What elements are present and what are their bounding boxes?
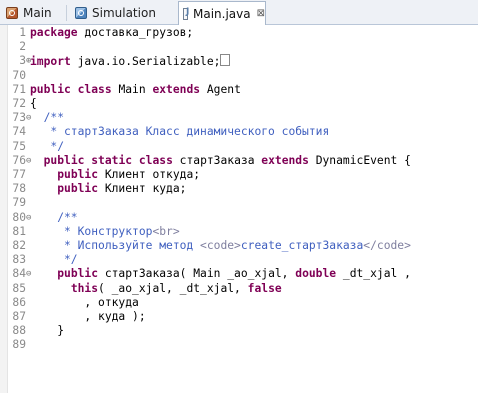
code-line[interactable]: 70 — [0, 69, 478, 83]
line-number: 83 — [12, 253, 26, 267]
line-number: 82 — [12, 239, 26, 252]
code-line[interactable]: 3 ⊕ import java.io.Serializable; — [0, 54, 478, 68]
line-number: 70 — [12, 68, 26, 82]
java-code-editor[interactable]: 1 package доставка_грузов; 2 3 ⊕ import java.… — [0, 25, 478, 393]
code-text: { — [30, 97, 37, 110]
tab-simulation[interactable]: Simulation — [71, 2, 169, 24]
line-number: 80 — [12, 210, 26, 224]
code-line[interactable]: 1 package доставка_грузов; — [0, 26, 478, 40]
tab-simulation-label: Simulation — [92, 6, 156, 20]
code-line[interactable]: 82 * Используйте метод <code>create_стар… — [0, 239, 478, 253]
line-number: 81 — [12, 224, 26, 238]
code-text: , откуда — [30, 295, 139, 309]
line-number: 84 — [12, 267, 26, 281]
code-text: public class Main extends Agent — [30, 82, 241, 96]
tab-separator — [66, 5, 67, 21]
agent-type-icon — [6, 7, 18, 19]
code-text: * Используйте метод <code>create_стартЗа… — [30, 239, 411, 252]
code-text: public стартЗаказа( Main _ao_xjal, doubl… — [57, 267, 411, 281]
code-text: */ — [30, 253, 78, 267]
code-text: package доставка_грузов; — [30, 26, 194, 39]
line-number: 77 — [12, 168, 26, 181]
code-line[interactable]: 89 — [0, 338, 478, 352]
code-line[interactable]: 81 * Конструктор<br> — [0, 225, 478, 239]
code-line[interactable]: 71 public class Main extends Agent — [0, 83, 478, 97]
line-number: 86 — [12, 295, 26, 309]
line-number: 3 — [19, 54, 26, 68]
line-number: 87 — [12, 310, 26, 323]
code-line[interactable]: 72 { — [0, 97, 478, 111]
line-number: 85 — [12, 281, 26, 295]
line-number: 73 — [12, 111, 26, 125]
editor-tab-bar: Main Simulation Main.java ⊠ — [0, 0, 478, 25]
tab-main-label: Main — [23, 6, 52, 20]
code-text: this( _ao_xjal, _dt_xjal, false — [70, 281, 282, 295]
code-text: * стартЗаказа Класс динамического событи… — [30, 125, 330, 139]
code-line[interactable]: 77 public Клиент откуда; — [0, 168, 478, 182]
line-number: 88 — [12, 324, 26, 338]
code-line[interactable]: 86 , откуда — [0, 296, 478, 310]
line-number: 2 — [19, 40, 26, 54]
tab-main[interactable]: Main — [2, 2, 58, 24]
line-number: 79 — [12, 196, 26, 210]
code-text: /** — [30, 210, 78, 224]
collapsed-imports-marker[interactable] — [220, 54, 231, 67]
tab-main-java-label: Main.java — [193, 6, 251, 21]
code-line[interactable]: 88 } — [0, 324, 478, 338]
line-number: 74 — [12, 125, 26, 139]
code-line[interactable]: 79 — [0, 196, 478, 210]
code-line[interactable]: 83 */ — [0, 253, 478, 267]
tab-main-java[interactable]: Main.java ⊠ — [178, 1, 266, 25]
close-tab-icon[interactable]: ⊠ — [257, 8, 265, 19]
code-text: public static class стартЗаказа extends … — [43, 153, 411, 167]
code-text: * Конструктор<br> — [30, 224, 180, 238]
code-line[interactable]: 78 public Клиент куда; — [0, 182, 478, 196]
code-line[interactable]: 74 * стартЗаказа Класс динамического соб… — [0, 125, 478, 139]
code-line[interactable]: 76 ⊖ public static class стартЗаказа exte… — [0, 154, 478, 168]
code-text: /** — [30, 111, 65, 125]
code-text: public Клиент куда; — [57, 182, 187, 196]
code-text: import java.io.Serializable; — [30, 54, 231, 69]
code-line[interactable]: 85 this( _ao_xjal, _dt_xjal, false — [0, 282, 478, 296]
code-line[interactable]: 73 ⊖ /** — [0, 111, 478, 125]
line-number: 72 — [12, 97, 26, 110]
code-line[interactable]: 87 , куда ); — [0, 310, 478, 324]
code-text: } — [30, 324, 65, 338]
code-line[interactable]: 80 ⊖ /** — [0, 211, 478, 225]
code-text: public Клиент откуда; — [57, 168, 201, 181]
code-line[interactable]: 84 ⊖ public стартЗаказа( Main _ao_xjal, d… — [0, 267, 478, 281]
line-number: 75 — [12, 139, 26, 153]
line-number: 1 — [19, 26, 26, 39]
java-file-icon — [183, 7, 189, 20]
code-text: , куда ); — [30, 310, 146, 323]
line-number: 71 — [12, 82, 26, 96]
experiment-icon — [75, 7, 87, 19]
line-number: 78 — [12, 182, 26, 196]
line-number: 89 — [12, 338, 26, 352]
code-text: */ — [30, 139, 65, 153]
code-line[interactable]: 75 */ — [0, 140, 478, 154]
code-line[interactable]: 2 — [0, 40, 478, 54]
line-number: 76 — [12, 153, 26, 167]
